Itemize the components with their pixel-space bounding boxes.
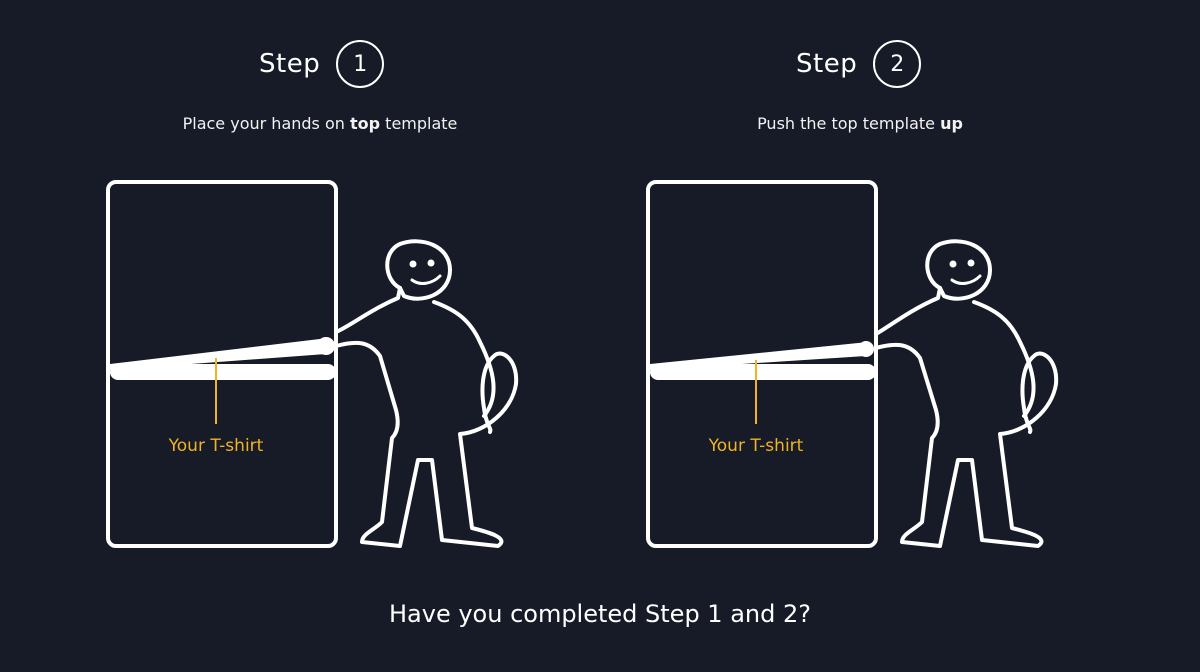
step-1-instruction: Place your hands on top template — [70, 114, 570, 133]
step-2-heading: Step 2 — [796, 38, 922, 90]
step-word: Step — [796, 49, 858, 79]
tshirt-label: Your T-shirt — [168, 436, 264, 456]
instruction-emphasis: top — [349, 114, 381, 133]
step-1-illustration: Your T-shirt — [100, 170, 540, 560]
step-2-illustration: Your T-shirt — [640, 170, 1080, 560]
step-number-badge: 1 — [336, 40, 385, 88]
stick-figure-icon — [334, 239, 519, 548]
step-word: Step — [259, 49, 321, 79]
step-2-instruction: Push the top template up — [610, 114, 1110, 133]
instruction-text: Place your hands on — [182, 114, 350, 133]
tshirt-label: Your T-shirt — [708, 436, 804, 456]
instruction-text: template — [380, 114, 458, 133]
folding-board-icon — [106, 180, 519, 548]
instruction-emphasis: up — [940, 114, 963, 133]
instruction-text: Push the top template — [757, 114, 941, 133]
stick-figure-icon — [874, 239, 1059, 548]
completion-question: Have you completed Step 1 and 2? — [388, 600, 811, 628]
folding-board-icon — [646, 180, 1059, 548]
step-1-heading: Step 1 — [259, 38, 385, 90]
step-number-badge: 2 — [873, 40, 922, 88]
